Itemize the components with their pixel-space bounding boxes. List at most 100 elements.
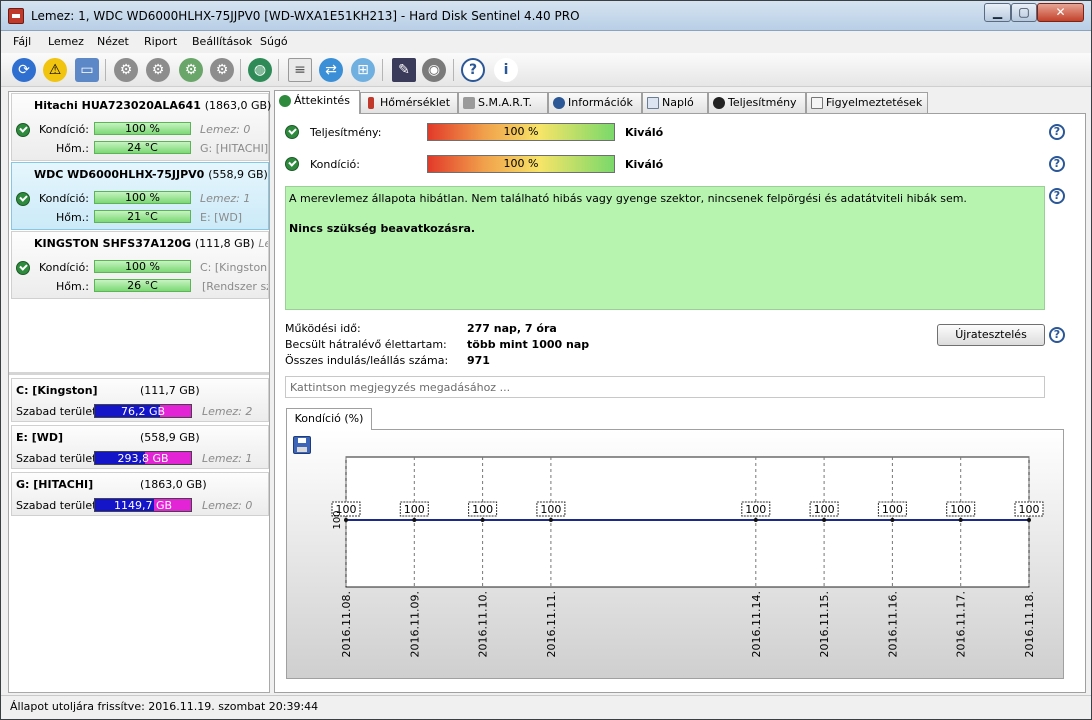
refresh-icon[interactable]: ⟳ [12,58,36,82]
menu-view[interactable]: Nézet [97,35,129,48]
retest-button[interactable]: Újratesztelés [937,324,1045,346]
menu-file[interactable]: Fájl [13,35,31,48]
remaining-life-label: Becsült hátralévő élettartam: [285,338,447,351]
minimize-button[interactable]: ▁ [984,3,1011,22]
condition-bar: 100 % [94,122,191,135]
data-point [412,518,417,522]
help-icon[interactable]: ? [461,58,485,82]
toolbar-separator [240,59,241,81]
data-label: 100 [472,503,493,516]
smart-icon [463,97,475,109]
condition-value: 100 % [503,157,539,170]
test-icon[interactable]: ⚙ [146,58,170,82]
performance-bar: 100 % [427,123,615,141]
gauge-icon [713,97,725,109]
free-space-bar: 293,8 GB [94,451,192,465]
check-icon [16,192,30,206]
test-icon[interactable]: ⚙ [179,58,203,82]
x-tick-label: 2016.11.09. [408,591,421,657]
panel-divider[interactable] [9,372,269,375]
volume-item-c[interactable]: C: [Kingston] (111,7 GB) Szabad terület … [11,378,269,422]
volume-disk: Lemez: 2 [202,405,253,418]
tab-temperature[interactable]: Hőmérséklet [360,92,458,113]
condition-bar: 100 % [94,260,191,273]
data-point [344,518,348,522]
menu-report[interactable]: Riport [144,35,177,48]
toolbar-separator [278,59,279,81]
condition-label: Kondíció: [39,123,89,136]
volume-letter: E: [WD] [200,211,243,224]
note-input[interactable] [285,376,1045,398]
tab-smart[interactable]: S.M.A.R.T. [458,92,548,113]
x-tick-label: 2016.11.18. [1023,591,1036,657]
menu-disk[interactable]: Lemez [48,35,84,48]
alerts-icon [811,97,823,109]
performance-value: 100 % [503,125,539,138]
document-icon[interactable]: ≡ [288,58,312,82]
disk-item-wdc[interactable]: WDC WD6000HLHX-75JJPV0 (558,9 GB) Kondíc… [11,162,269,230]
volume-item-e[interactable]: E: [WD] (558,9 GB) Szabad terület 293,8 … [11,425,269,469]
free-space-label: Szabad terület [16,405,97,418]
check-icon [279,95,291,107]
disk-size: (111,8 GB) [194,237,255,250]
free-space-label: Szabad terület [16,499,97,512]
condition-verdict: Kiváló [625,158,664,171]
help-icon[interactable]: ? [1049,188,1065,204]
volume-disk: Lemez: 1 [202,452,253,465]
tab-overview[interactable]: Áttekintés [274,90,360,114]
remaining-life-value: több mint 1000 nap [467,338,590,351]
tab-condition-chart[interactable]: Kondíció (%) [286,408,372,430]
volume-size: (111,7 GB) [140,384,200,397]
help-icon[interactable]: ? [1049,124,1065,140]
data-point [548,518,553,522]
condition-bar: 100 % [94,191,191,204]
info-icon[interactable]: i [494,58,518,82]
close-button[interactable]: ✕ [1037,3,1084,22]
globe-icon[interactable]: ◍ [248,58,272,82]
disk-number: Lemez [258,237,268,250]
free-space-bar: 1149,7 GB [94,498,192,512]
sync-icon[interactable]: ⇄ [319,58,343,82]
toolbar-separator [382,59,383,81]
condition-label: Kondíció: [310,158,360,171]
free-space-bar: 76,2 GB [94,404,192,418]
test-icon[interactable]: ⚙ [114,58,138,82]
x-tick-label: 2016.11.08. [340,591,353,657]
disk-item-kingston[interactable]: KINGSTON SHFS37A120G (111,8 GB) Lemez Ko… [11,231,269,299]
tab-log[interactable]: Napló [642,92,708,113]
temperature-label: Hőm.: [56,142,89,155]
help-icon[interactable]: ? [1049,156,1065,172]
check-icon [285,125,299,139]
tab-label: Figyelmeztetések [826,96,923,109]
condition-bar: 100 % [427,155,615,173]
data-point [480,518,485,522]
tab-information[interactable]: Információk [548,92,642,113]
disk-item-hitachi[interactable]: Hitachi HUA723020ALA641 (1863,0 GB) Kond… [11,93,271,161]
data-point [958,518,963,522]
toolbar: ⟳ ⚠ ▭ ⚙ ⚙ ⚙ ⚙ ◍ ≡ ⇄ ⊞ ✎ ◉ ? i [1,53,1091,87]
speaker-icon[interactable]: ◉ [422,58,446,82]
health-status-box: A merevlemez állapota hibátlan. Nem talá… [285,186,1045,310]
tab-label: Teljesítmény [728,96,797,109]
disk-name: WDC WD6000HLHX-75JJPV0 [34,168,205,181]
maximize-button[interactable]: ▢ [1011,3,1037,22]
menu-settings[interactable]: Beállítások [192,35,252,48]
title-bar[interactable]: Lemez: 1, WDC WD6000HLHX-75JJPV0 [WD-WXA… [1,1,1091,31]
check-icon [16,123,30,137]
data-label: 100 [950,503,971,516]
help-icon[interactable]: ? [1049,327,1065,343]
graph-icon[interactable]: ✎ [392,58,416,82]
volume-letter: C: [Kingston], [200,261,269,274]
uptime-value: 277 nap, 7 óra [467,322,557,335]
test-icon[interactable]: ⚙ [210,58,234,82]
tab-label: Hőmérséklet [380,96,451,109]
warning-icon[interactable]: ⚠ [43,58,67,82]
volume-disk: Lemez: 0 [202,499,253,512]
network-icon[interactable]: ⊞ [351,58,375,82]
menu-help[interactable]: Súgó [260,35,288,48]
data-point [890,518,895,522]
tab-alerts[interactable]: Figyelmeztetések [806,92,928,113]
volume-item-g[interactable]: G: [HITACHI] (1863,0 GB) Szabad terület … [11,472,269,516]
disk-icon[interactable]: ▭ [75,58,99,82]
tab-performance[interactable]: Teljesítmény [708,92,806,113]
